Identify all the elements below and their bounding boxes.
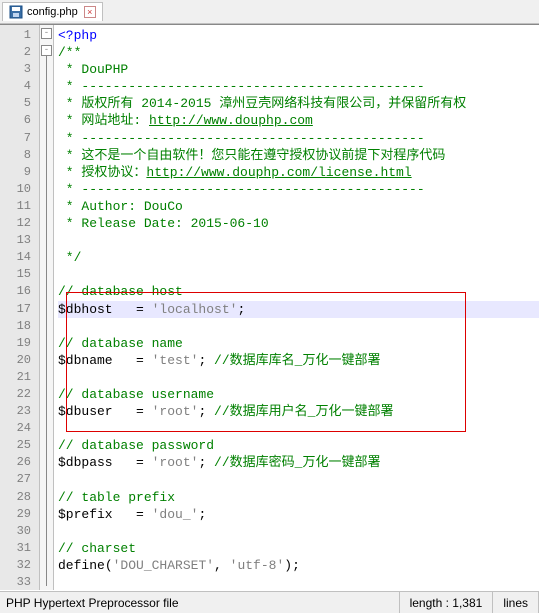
code-line[interactable]: /**: [58, 44, 539, 61]
status-lines: lines: [493, 592, 539, 613]
tab-config-php[interactable]: config.php ×: [2, 2, 103, 21]
code-line[interactable]: * --------------------------------------…: [58, 130, 539, 147]
line-number: 17: [0, 301, 39, 318]
editor[interactable]: 1234567891011121314151617181920212223242…: [0, 24, 539, 590]
line-number: 16: [0, 283, 39, 300]
code-line[interactable]: * DouPHP: [58, 61, 539, 78]
line-number: 18: [0, 318, 39, 335]
code-line[interactable]: // database host: [58, 283, 539, 300]
line-number: 1: [0, 27, 39, 44]
code-line[interactable]: [58, 471, 539, 488]
code-line[interactable]: // database username: [58, 386, 539, 403]
code-line[interactable]: // table prefix: [58, 489, 539, 506]
code-line[interactable]: * 网站地址: http://www.douphp.com: [58, 112, 539, 129]
line-number: 6: [0, 112, 39, 129]
code-line[interactable]: $dbhost = 'localhost';: [58, 301, 539, 318]
code-line[interactable]: $dbuser = 'root'; //数据库用户名_万化一键部署: [58, 403, 539, 420]
line-number: 20: [0, 352, 39, 369]
tab-bar: config.php ×: [0, 0, 539, 24]
line-number: 7: [0, 130, 39, 147]
line-number: 33: [0, 574, 39, 591]
line-number: 19: [0, 335, 39, 352]
line-number: 27: [0, 471, 39, 488]
line-number-gutter: 1234567891011121314151617181920212223242…: [0, 25, 40, 590]
statusbar: PHP Hypertext Preprocessor file length :…: [0, 591, 539, 613]
code-line[interactable]: * 这不是一个自由软件！您只能在遵守授权协议前提下对程序代码: [58, 147, 539, 164]
code-line[interactable]: [58, 369, 539, 386]
line-number: 25: [0, 437, 39, 454]
code-line[interactable]: $dbname = 'test'; //数据库库名_万化一键部署: [58, 352, 539, 369]
code-area[interactable]: <?php/** * DouPHP * --------------------…: [54, 25, 539, 590]
code-line[interactable]: * 版权所有 2014-2015 漳州豆壳网络科技有限公司，并保留所有权: [58, 95, 539, 112]
code-line[interactable]: [58, 266, 539, 283]
code-line[interactable]: [58, 420, 539, 437]
code-line[interactable]: * --------------------------------------…: [58, 181, 539, 198]
code-line[interactable]: */: [58, 249, 539, 266]
fold-toggle-icon[interactable]: -: [41, 45, 52, 56]
line-number: 14: [0, 249, 39, 266]
line-number: 32: [0, 557, 39, 574]
line-number: 10: [0, 181, 39, 198]
fold-gutter: - -: [40, 25, 54, 590]
line-number: 8: [0, 147, 39, 164]
close-icon[interactable]: ×: [84, 6, 96, 18]
status-filetype: PHP Hypertext Preprocessor file: [0, 592, 400, 613]
line-number: 13: [0, 232, 39, 249]
line-number: 4: [0, 78, 39, 95]
fold-toggle-icon[interactable]: -: [41, 28, 52, 39]
code-line[interactable]: * 授权协议：http://www.douphp.com/license.htm…: [58, 164, 539, 181]
code-line[interactable]: // charset: [58, 540, 539, 557]
line-number: 21: [0, 369, 39, 386]
line-number: 30: [0, 523, 39, 540]
line-number: 15: [0, 266, 39, 283]
code-line[interactable]: $prefix = 'dou_';: [58, 506, 539, 523]
code-line[interactable]: * Release Date: 2015-06-10: [58, 215, 539, 232]
code-line[interactable]: <?php: [58, 27, 539, 44]
line-number: 23: [0, 403, 39, 420]
code-line[interactable]: [58, 574, 539, 590]
code-line[interactable]: // database name: [58, 335, 539, 352]
line-number: 11: [0, 198, 39, 215]
code-line[interactable]: $dbpass = 'root'; //数据库密码_万化一键部署: [58, 454, 539, 471]
line-number: 22: [0, 386, 39, 403]
line-number: 9: [0, 164, 39, 181]
code-line[interactable]: [58, 232, 539, 249]
line-number: 28: [0, 489, 39, 506]
line-number: 12: [0, 215, 39, 232]
code-line[interactable]: * Author: DouCo: [58, 198, 539, 215]
fold-line: [46, 56, 47, 586]
line-number: 31: [0, 540, 39, 557]
line-number: 26: [0, 454, 39, 471]
code-line[interactable]: // database password: [58, 437, 539, 454]
code-line[interactable]: [58, 523, 539, 540]
save-icon: [9, 5, 23, 19]
line-number: 5: [0, 95, 39, 112]
line-number: 3: [0, 61, 39, 78]
line-number: 29: [0, 506, 39, 523]
code-line[interactable]: [58, 318, 539, 335]
code-line[interactable]: define('DOU_CHARSET', 'utf-8');: [58, 557, 539, 574]
status-length: length : 1,381: [400, 592, 494, 613]
tab-filename: config.php: [27, 6, 78, 18]
code-line[interactable]: * --------------------------------------…: [58, 78, 539, 95]
line-number: 2: [0, 44, 39, 61]
line-number: 24: [0, 420, 39, 437]
